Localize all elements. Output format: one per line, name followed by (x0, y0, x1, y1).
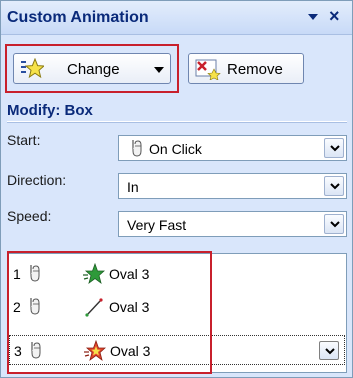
modify-section-title: Modify: Box (7, 102, 93, 119)
speed-dropdown-button[interactable] (324, 214, 344, 234)
pane-title: Custom Animation (7, 9, 149, 26)
chevron-down-icon (330, 183, 340, 190)
remove-button[interactable]: Remove (188, 53, 304, 84)
list-item-dropdown-button[interactable] (319, 341, 339, 360)
direction-select[interactable]: In (118, 173, 347, 199)
direction-dropdown-button[interactable] (324, 176, 344, 196)
speed-value: Very Fast (127, 217, 187, 233)
list-highlight-box (7, 251, 212, 374)
pane-menu-dropdown-icon[interactable] (306, 10, 320, 24)
chevron-down-icon (154, 67, 164, 73)
change-button-label: Change (67, 61, 120, 78)
star-effect-icon (21, 58, 44, 79)
start-select[interactable]: On Click (118, 135, 347, 161)
task-pane-titlebar: Custom Animation × (1, 1, 352, 35)
mouse-click-icon (132, 140, 142, 157)
direction-value: In (127, 179, 139, 195)
change-button[interactable]: Change (13, 53, 171, 84)
chevron-down-icon (330, 145, 340, 152)
divider (7, 122, 347, 123)
remove-effect-icon (195, 59, 221, 80)
direction-label: Direction: (7, 172, 67, 188)
chevron-down-icon (325, 348, 335, 355)
start-label: Start: (7, 132, 41, 148)
chevron-down-icon (330, 221, 340, 228)
remove-button-label: Remove (227, 61, 283, 78)
start-dropdown-button[interactable] (324, 138, 344, 158)
pane-close-icon[interactable]: × (329, 6, 340, 26)
speed-label: Speed: (7, 208, 52, 224)
start-value: On Click (149, 141, 202, 157)
speed-select[interactable]: Very Fast (118, 211, 347, 237)
custom-animation-pane: Custom Animation × Change Remove Modify:… (0, 0, 353, 378)
